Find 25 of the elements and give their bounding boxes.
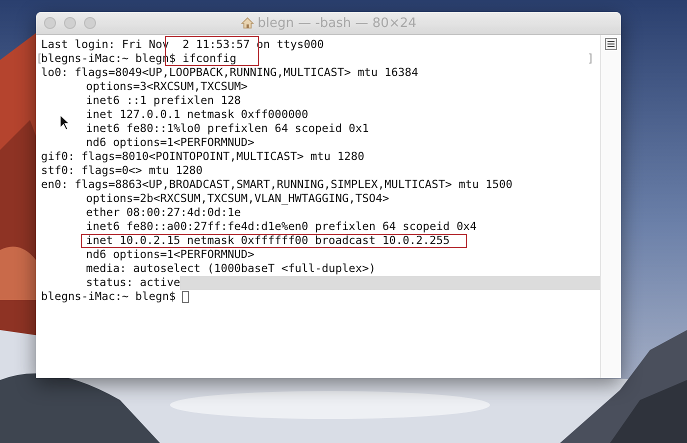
terminal-line: lo0: flags=8049<UP,LOOPBACK,RUNNING,MULTICAST> mtu 16384 <box>41 66 418 80</box>
terminal-line: blegns-iMac:~ blegn$ <box>41 290 176 304</box>
terminal-line: options=2b<RXCSUM,TXCSUM,VLAN_HWTAGGING,TSO4> <box>86 192 390 206</box>
terminal-line: inet6 fe80::a00:27ff:fe4d:d1e%en0 prefixlen 64 scopeid 0x4 <box>86 220 477 234</box>
terminal-line: inet6 fe80::1%lo0 prefixlen 64 scopeid 0x1 <box>86 122 369 136</box>
minimize-button[interactable] <box>64 17 76 29</box>
line-mark: [ <box>36 52 43 66</box>
terminal-line: media: autoselect (1000baseT <full-duplex>) <box>86 262 376 276</box>
terminal-line: options=3<RXCSUM,TXCSUM> <box>86 80 248 94</box>
zoom-button[interactable] <box>84 17 96 29</box>
mouse-pointer-icon <box>59 114 70 131</box>
close-button[interactable] <box>44 17 56 29</box>
window-title: blegn — -bash — 80×24 <box>258 16 416 30</box>
terminal-line: status: active <box>86 276 180 290</box>
terminal-line: en0: flags=8863<UP,BROADCAST,SMART,RUNNING,SIMPLEX,MULTICAST> mtu 1500 <box>41 178 512 192</box>
terminal-line: inet6 ::1 prefixlen 128 <box>86 94 241 108</box>
marks-icon[interactable] <box>605 38 617 50</box>
line-mark: ] <box>587 52 594 66</box>
terminal-line: nd6 options=1<PERFORMNUD> <box>86 248 254 262</box>
house-icon <box>240 17 254 29</box>
terminal-line: gif0: flags=8010<POINTOPOINT,MULTICAST> mtu 1280 <box>41 150 364 164</box>
terminal-line: inet 127.0.0.1 netmask 0xff000000 <box>86 108 308 122</box>
terminal-line: nd6 options=1<PERFORMNUD> <box>86 136 254 150</box>
terminal-line: stf0: flags=0<> mtu 1280 <box>41 164 203 178</box>
terminal-line: ether 08:00:27:4d:0d:1e <box>86 206 241 220</box>
